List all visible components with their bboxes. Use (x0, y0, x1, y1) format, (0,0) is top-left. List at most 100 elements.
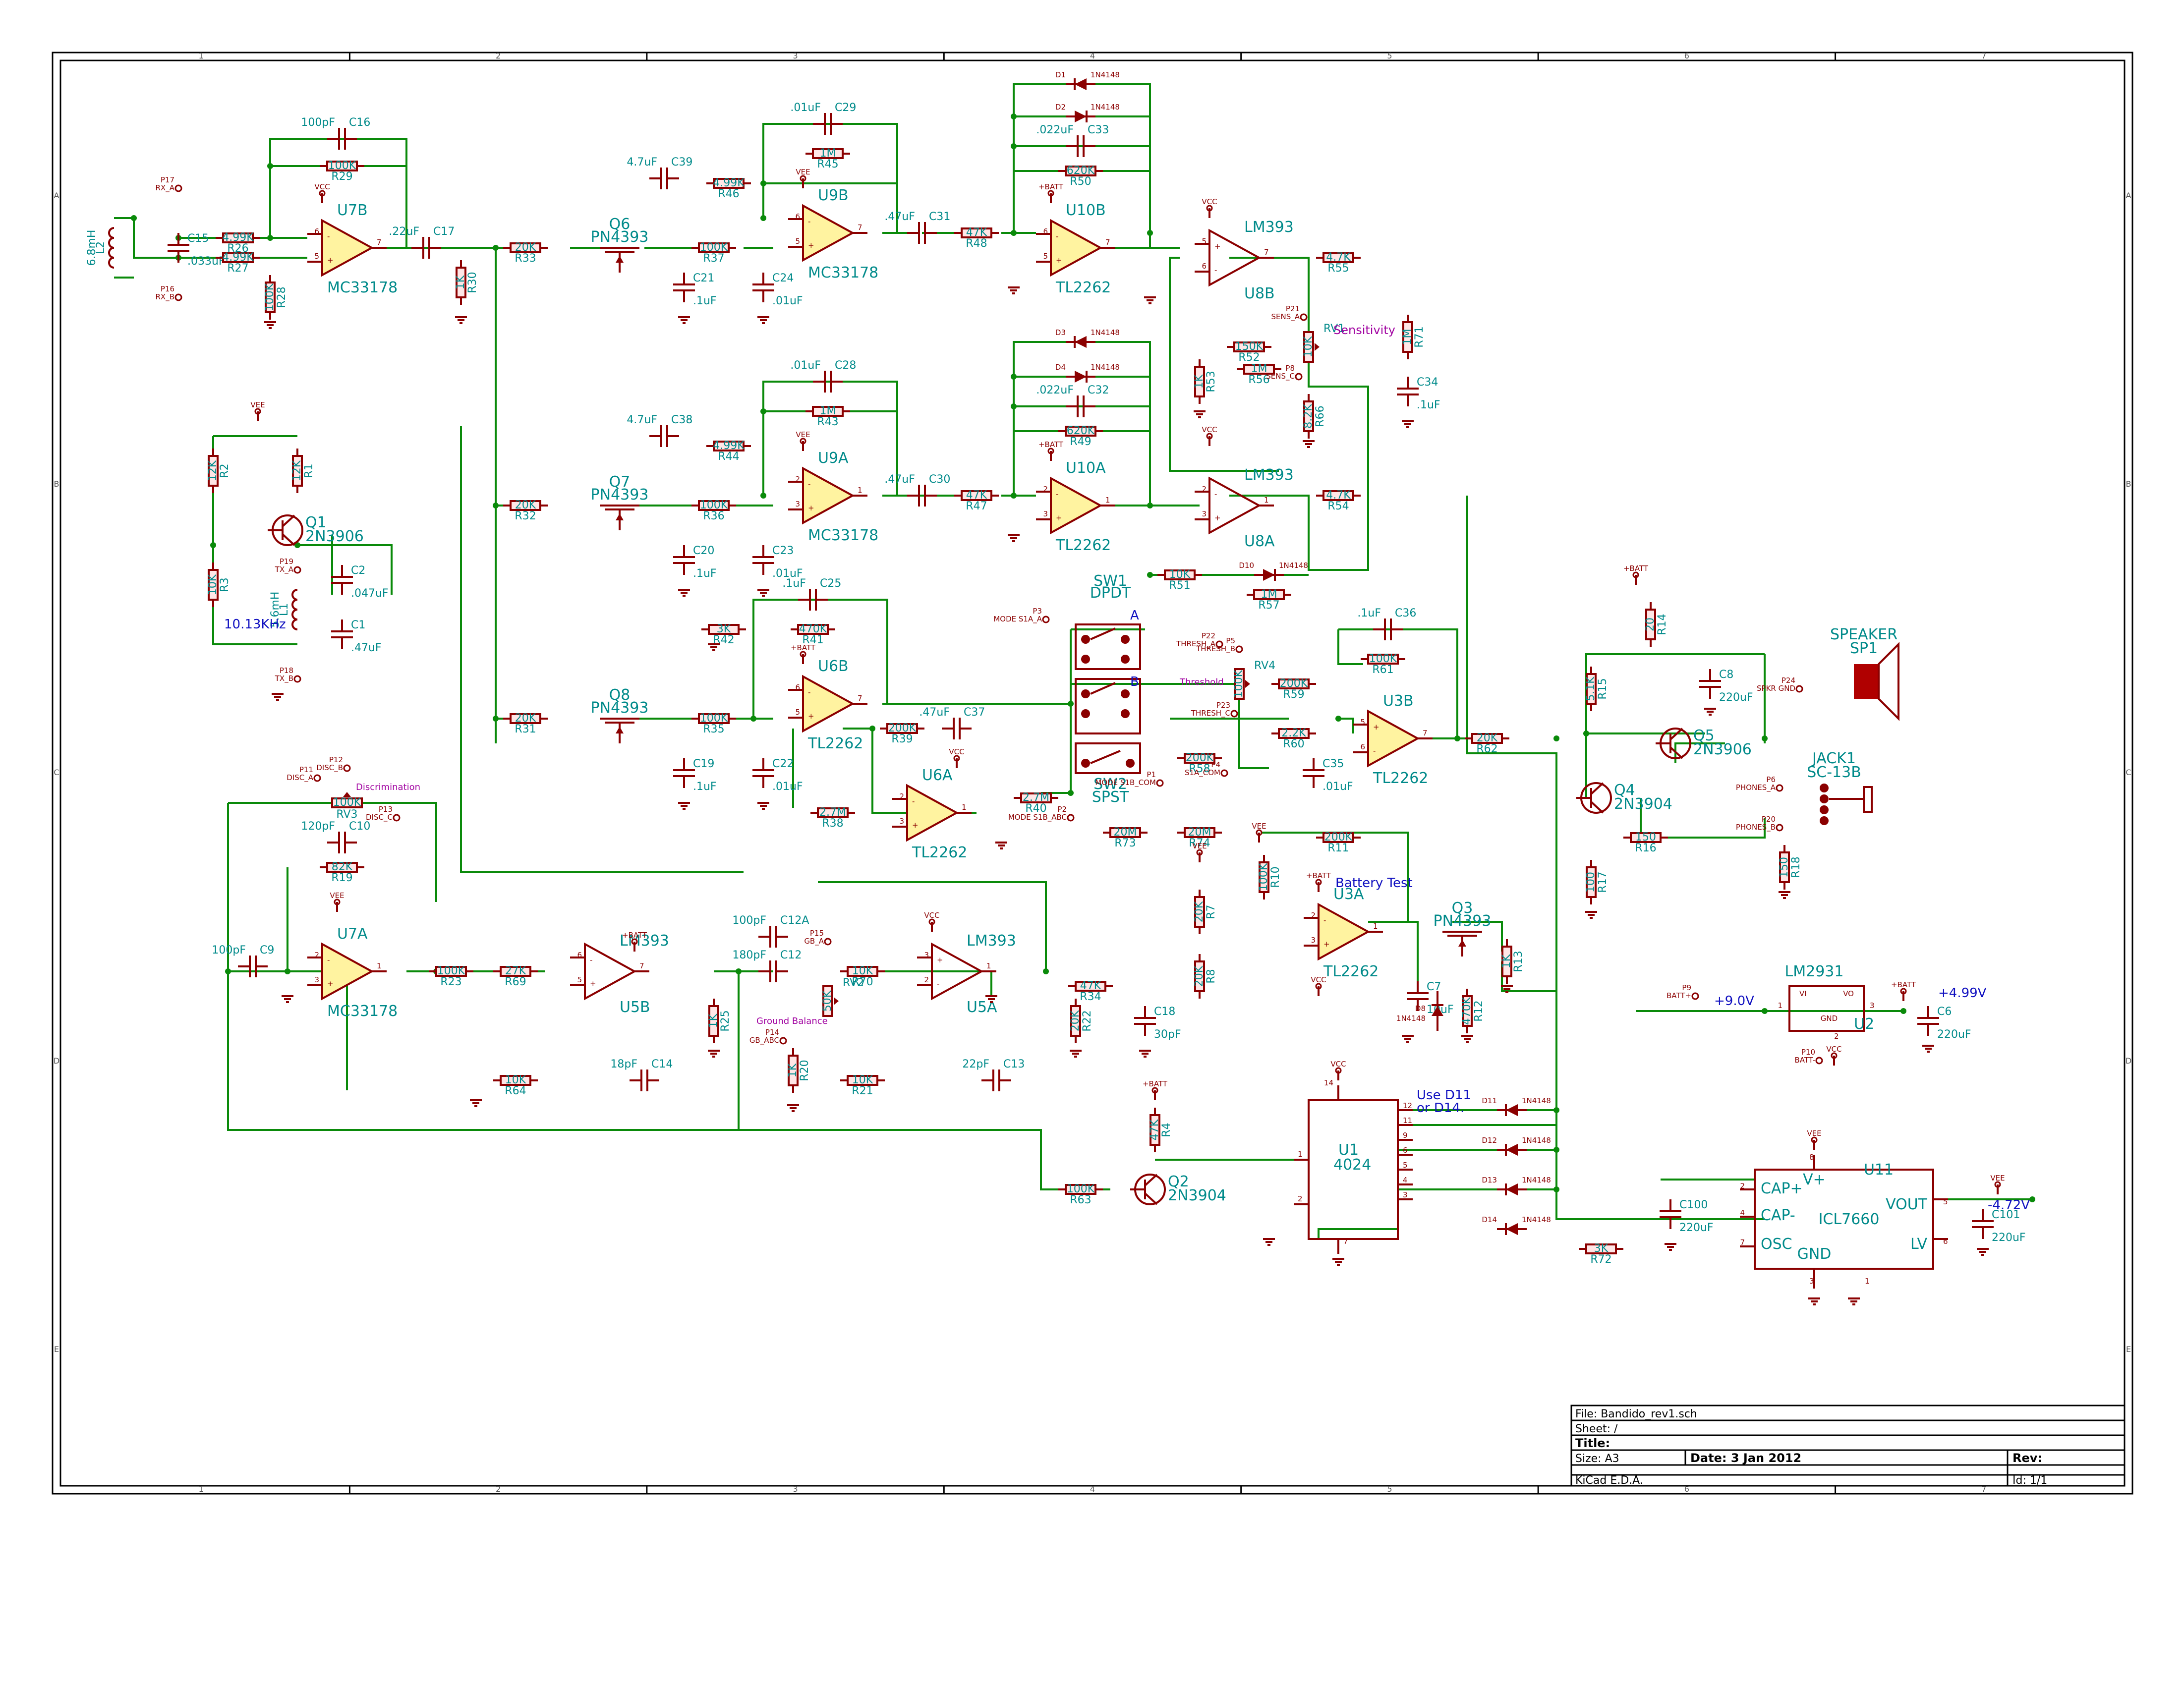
ic-ref: U2 (1854, 1015, 1874, 1033)
col-marker: 1 (199, 51, 204, 60)
capacitor-ref: C1 (351, 619, 365, 631)
power-label: +BATT (791, 643, 816, 652)
opamp-sign: + (808, 241, 814, 250)
resistor-ref: R32 (515, 510, 536, 522)
pot-ref: RV3 (336, 808, 357, 821)
comp-value: LM393 (1244, 466, 1294, 484)
opamp-value: TL2262 (1323, 963, 1379, 980)
capacitor-ref: C21 (693, 272, 714, 284)
capacitor-value: .01uF (772, 781, 803, 793)
ic-pin: 3 (1870, 1001, 1875, 1010)
diode-ref: D3 (1055, 328, 1066, 337)
comp-sign: + (1214, 513, 1221, 522)
opamp-value: MC33178 (327, 1003, 398, 1020)
capacitor-value: .47uF (351, 642, 382, 654)
capacitor-ref: C29 (835, 102, 856, 114)
resistor-ref: R18 (1790, 856, 1802, 878)
ic-pin: 11 (1403, 1116, 1412, 1125)
resistor-ref: R48 (966, 237, 987, 250)
resistor-value: 1K (707, 1013, 720, 1028)
capacitor-ref: C32 (1088, 384, 1109, 396)
power-label: +BATT (1038, 440, 1064, 449)
resistor-ref: R69 (505, 976, 526, 988)
resistor-ref: R51 (1169, 579, 1190, 592)
opamp-ref: U9A (818, 450, 849, 467)
resistor-ref: R64 (505, 1085, 526, 1097)
opamp-value: MC33178 (808, 527, 878, 544)
diode-value: 1N4148 (1091, 70, 1120, 79)
diode-ref: D1 (1055, 70, 1066, 79)
resistor-value: 1K (455, 275, 467, 289)
row-marker: D (54, 1056, 59, 1066)
threshold-label: Threshold (1179, 677, 1224, 687)
opamp-sign: - (1323, 916, 1326, 925)
capacitor-ref: C9 (260, 944, 274, 957)
resistor-ref: R72 (1590, 1253, 1611, 1266)
capacitor-value: .01uF (1322, 781, 1353, 793)
resistor-ref: R28 (276, 286, 288, 308)
ic-pin: 7 (1343, 1237, 1348, 1246)
col-marker: 2 (496, 1484, 501, 1494)
resistor-value: 10K (207, 574, 219, 595)
capacitor-ref: C17 (433, 225, 455, 238)
resistor-ref: R22 (1081, 1010, 1093, 1031)
opamp-sign: + (1056, 513, 1062, 522)
resistor-ref: R7 (1205, 904, 1217, 919)
vneg-note: -4.72V (1988, 1198, 2030, 1213)
resistor-value: 1K (787, 1063, 799, 1077)
capacitor-ref: C22 (772, 758, 794, 770)
col-marker: 5 (1387, 1484, 1392, 1494)
pot-rv3[interactable]: 100KRV3 (331, 792, 363, 821)
testpoint-net: TX_B (275, 674, 293, 683)
resistor-ref: R59 (1283, 688, 1304, 701)
comp-pin: 1 (986, 961, 991, 970)
comp-value: LM393 (967, 932, 1016, 950)
opamp-sign: + (912, 821, 919, 830)
ic-pin: 2 (1834, 1032, 1839, 1041)
col-marker: 5 (1387, 51, 1392, 60)
resistor-value: 12K (291, 460, 303, 481)
power-label: VCC (1826, 1045, 1841, 1054)
resistor-ref: R20 (799, 1060, 811, 1081)
comp-sign: + (1214, 242, 1221, 251)
diode-value: 1N4148 (1091, 363, 1120, 372)
power-label: +BATT (1306, 871, 1331, 880)
pot-ref: RV4 (1254, 660, 1275, 672)
opamp-value: TL2262 (1373, 770, 1428, 787)
resistor-ref: R61 (1372, 664, 1393, 676)
power-label: VCC (314, 182, 330, 191)
power-label: VEE (250, 400, 265, 409)
resistor-value: 100K (264, 283, 276, 311)
testpoint-net: TX_A (275, 565, 294, 574)
row-marker: B (2126, 479, 2131, 489)
testpoint-net: SENS_A (1271, 312, 1300, 322)
diode-value: 1N4148 (1396, 1014, 1426, 1023)
inductor-value: 6.8mH (86, 230, 98, 266)
testpoint-net: THRESH_B (1196, 644, 1235, 654)
ic-pin-name: GND (1821, 1014, 1838, 1023)
resistor-ref: R34 (1080, 991, 1101, 1003)
capacitor-value: .022uF (1036, 384, 1074, 396)
resistor-value: 20K (1069, 1010, 1082, 1031)
diode-ref: D8 (1415, 1004, 1426, 1013)
capacitor-ref: C100 (1679, 1199, 1708, 1211)
power-label: VEE (1192, 842, 1207, 850)
opamp-ref: U9B (818, 187, 849, 204)
resistor-ref: R8 (1205, 969, 1217, 983)
opamp-pin: 3 (1311, 936, 1316, 945)
capacitor-ref: C13 (1003, 1058, 1025, 1070)
capacitor-ref: C25 (820, 577, 841, 590)
opamp-value: TL2262 (912, 844, 967, 861)
ic-pin-name: LV (1910, 1236, 1927, 1253)
resistor-ref: R60 (1283, 738, 1304, 750)
opamp-pin: 3 (1043, 509, 1048, 518)
resistor-value: 12K (207, 460, 219, 481)
resistor-ref: R14 (1656, 614, 1668, 635)
power-label: VCC (1202, 197, 1217, 206)
capacitor-value: .1uF (782, 577, 806, 590)
opamp-ref: U7B (337, 202, 368, 219)
opamp-ref: U10A (1066, 459, 1106, 477)
sw-b-label: B (1130, 675, 1139, 689)
ic-pin-name: CAP- (1761, 1207, 1795, 1224)
resistor-ref: R50 (1070, 175, 1091, 188)
